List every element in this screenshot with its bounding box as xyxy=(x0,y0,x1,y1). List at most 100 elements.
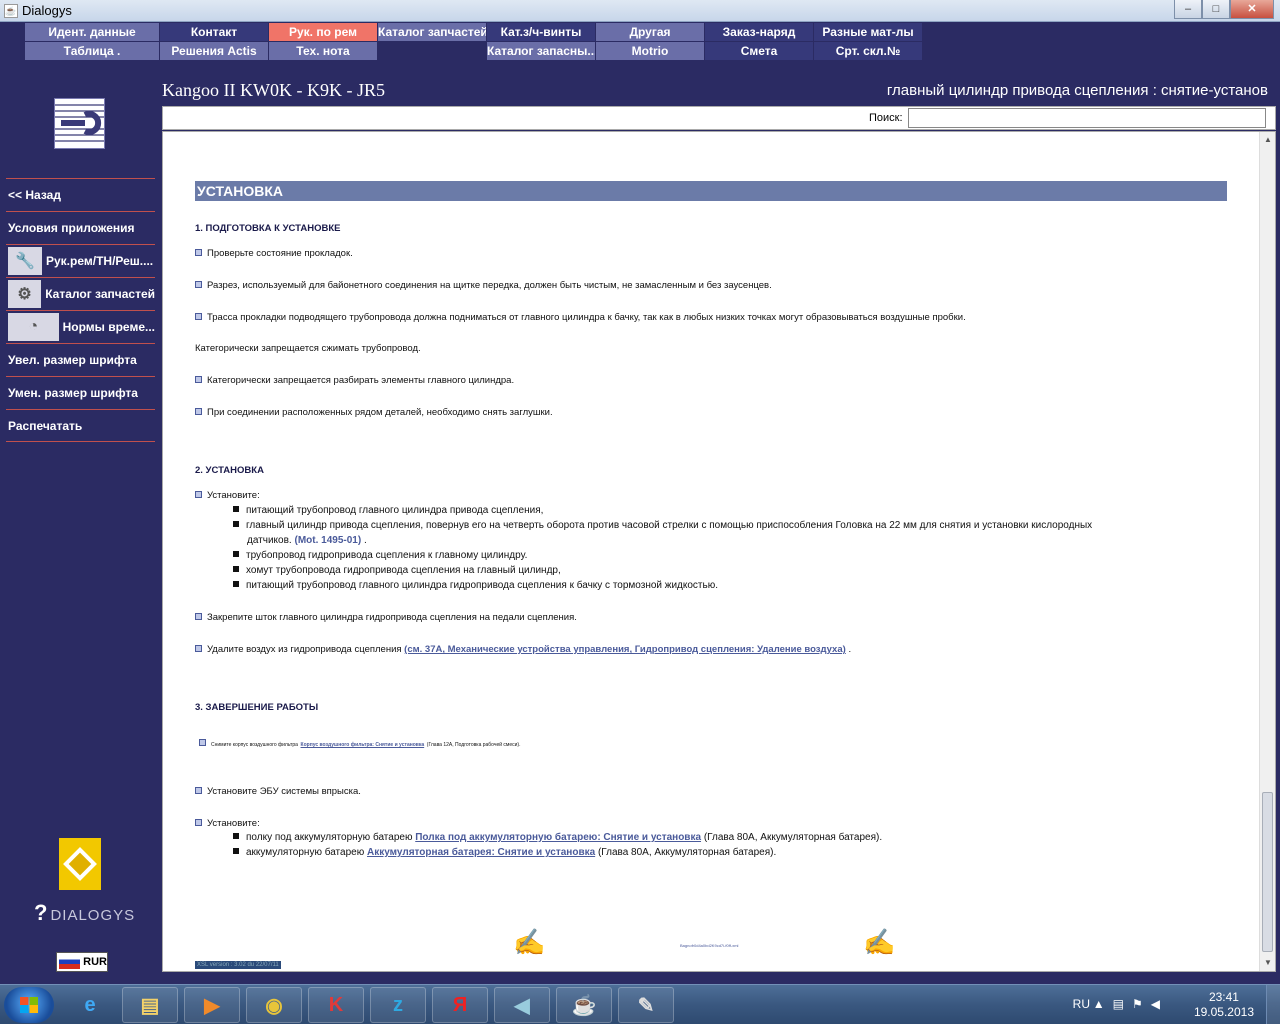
bleeding-procedure-link[interactable]: (см. 37A, Механические устройства управл… xyxy=(404,644,846,655)
paragraph-text: Трасса прокладки подводящего трубопровод… xyxy=(207,312,966,323)
kaspersky-icon[interactable]: K xyxy=(308,987,364,1023)
list-item-continuation: датчиков. (Mot. 1495-01) . xyxy=(247,533,1092,548)
media-player-icon[interactable]: ▶ xyxy=(184,987,240,1023)
square-bullet-icon xyxy=(233,551,239,557)
gauge-icon: ◔ xyxy=(8,313,59,341)
explorer-icon[interactable]: ▤ xyxy=(122,987,178,1023)
list-item: питающий трубопровод главного цилиндра п… xyxy=(233,503,1092,518)
paint-icon[interactable]: ✎ xyxy=(618,987,674,1023)
scroll-up-icon[interactable]: ▲ xyxy=(1263,135,1273,145)
sidebar-item-conditions[interactable]: Условия приложения xyxy=(6,211,155,244)
list-item: аккумуляторную батарею Аккумуляторная ба… xyxy=(233,845,882,860)
sidebar-item-font-increase[interactable]: Увел. размер шрифта xyxy=(6,343,155,376)
volume-icon[interactable]: ◀ xyxy=(1151,997,1168,1011)
bullet-box-icon xyxy=(199,739,206,746)
list-item-text: питающий трубопровод главного цилиндра п… xyxy=(246,505,544,516)
bullet-box-icon xyxy=(195,613,202,620)
java-icon[interactable]: ☕ xyxy=(556,987,612,1023)
yandex-icon[interactable]: Я xyxy=(432,987,488,1023)
menu-motrio[interactable]: Motrio xyxy=(596,42,704,60)
menu-table[interactable]: Таблица . xyxy=(25,42,159,60)
paragraph: Закрепите шток главного цилиндра гидропр… xyxy=(195,612,577,623)
paragraph: Проверьте состояние прокладок. xyxy=(195,248,353,259)
sidebar-item-parts-catalog[interactable]: ⚙ Каталог запчастей xyxy=(6,277,155,310)
clock-date: 19.05.2013 xyxy=(1193,1005,1254,1019)
menu-actis-solutions[interactable]: Решения Actis xyxy=(160,42,268,60)
paragraph: При соединении расположенных рядом детал… xyxy=(195,407,553,418)
menu-empty-slot xyxy=(378,42,486,60)
sidebar-item-font-decrease[interactable]: Умен. размер шрифта xyxy=(6,376,155,409)
source-file-link[interactable]: Bagnofr0d4a0bd2K9cd7i-f0ff-xml xyxy=(680,943,738,948)
bullet-box-icon xyxy=(195,249,202,256)
chrome-icon[interactable]: ◉ xyxy=(246,987,302,1023)
signature-pen-icon[interactable]: ✍ xyxy=(513,927,545,958)
minimize-button[interactable]: – xyxy=(1174,0,1202,19)
menu-tech-note[interactable]: Тех. нота xyxy=(269,42,377,60)
paragraph: Разрез, используемый для байонетного сое… xyxy=(195,280,772,291)
language-indicator[interactable]: RU xyxy=(1073,997,1090,1011)
menu-stock-number[interactable]: Срт. скл.№ xyxy=(814,42,922,60)
sidebar-item-repair-manual[interactable]: 🔧 Рук.рем/ТН/Реш.... xyxy=(6,244,155,277)
list-item-text: полку под аккумуляторную батарею xyxy=(246,832,413,843)
square-bullet-icon xyxy=(233,566,239,572)
list-item: полку под аккумуляторную батарею Полка п… xyxy=(233,830,882,845)
menu-spare-parts-catalog[interactable]: Каталог запасны... xyxy=(487,42,595,60)
currency-label: RUR xyxy=(83,956,107,968)
volume-app-icon[interactable]: ◀ xyxy=(494,987,550,1023)
paragraph: Установите: xyxy=(195,818,260,829)
search-input[interactable] xyxy=(908,108,1266,128)
start-button[interactable] xyxy=(4,987,54,1023)
list-item-text: хомут трубопровода гидропривода сцеплени… xyxy=(246,565,561,576)
list-item-text: трубопровод гидропривода сцепления к гла… xyxy=(246,550,528,561)
top-menu-row-2: Таблица . Решения Actis Тех. нота Катало… xyxy=(25,42,923,60)
air-filter-link[interactable]: Корпус воздушного фильтра: Снятие и уста… xyxy=(301,742,425,748)
list-item-text: главный цилиндр привода сцепления, повер… xyxy=(246,520,1093,531)
bullet-box-icon xyxy=(195,491,202,498)
sidebar-item-label: Рук.рем/ТН/Реш.... xyxy=(46,254,154,268)
sidebar-item-labor-times[interactable]: ◔ Нормы време... xyxy=(6,310,155,343)
ie-icon[interactable]: e xyxy=(62,987,118,1023)
scroll-down-icon[interactable]: ▼ xyxy=(1263,958,1273,968)
paragraph-small: Снимите корпус воздушного фильтра Корпус… xyxy=(199,738,520,749)
sidebar-item-back[interactable]: << Назад xyxy=(6,178,155,211)
signature-pen-crossed-icon[interactable]: ✍ xyxy=(863,927,895,958)
system-tray-icons[interactable]: ▲▤⚑◀ xyxy=(1093,997,1168,1011)
list-item-text: аккумуляторную батарею xyxy=(246,847,365,858)
bullet-box-icon xyxy=(195,313,202,320)
scrollbar-thumb[interactable] xyxy=(1262,792,1273,952)
menu-fasteners-catalog[interactable]: Кат.з/ч-винты xyxy=(487,23,595,41)
paragraph-text: Установите ЭБУ системы впрыска. xyxy=(207,786,361,797)
xsl-version: XSL version : 3.02 du 22/07/11 xyxy=(195,961,281,969)
menu-work-order[interactable]: Заказ-наряд xyxy=(705,23,813,41)
menu-other[interactable]: Другая xyxy=(596,23,704,41)
menu-parts-catalog[interactable]: Каталог запчастей xyxy=(378,23,486,41)
tray-expand-icon[interactable]: ▲ xyxy=(1093,997,1113,1011)
clock[interactable]: 23:41 19.05.2013 xyxy=(1194,990,1254,1020)
menu-contact[interactable]: Контакт xyxy=(160,23,268,41)
vehicle-title: Kangoo II KW0K - K9K - JR5 xyxy=(162,80,385,100)
tool-reference-link[interactable]: (Mot. 1495-01) xyxy=(294,535,361,546)
menu-ident-data[interactable]: Идент. данные xyxy=(25,23,159,41)
menu-estimate[interactable]: Смета xyxy=(705,42,813,60)
russia-flag-icon xyxy=(59,955,81,969)
menu-misc-materials[interactable]: Разные мат-лы xyxy=(814,23,922,41)
paragraph: Категорически запрещается сжимать трубоп… xyxy=(195,343,421,354)
battery-link[interactable]: Аккумуляторная батарея: Снятие и установ… xyxy=(367,847,595,858)
square-bullet-icon xyxy=(233,521,239,527)
subheading-installation: 2. УСТАНОВКА xyxy=(195,465,264,476)
show-desktop-button[interactable] xyxy=(1266,985,1280,1024)
maximize-button[interactable]: □ xyxy=(1202,0,1230,19)
z-app-icon[interactable]: z xyxy=(370,987,426,1023)
renault-logo xyxy=(59,838,101,890)
subheading-preparation: 1. ПОДГОТОВКА К УСТАНОВКЕ xyxy=(195,223,341,234)
network-icon[interactable]: ▤ xyxy=(1113,997,1132,1011)
battery-tray-link[interactable]: Полка под аккумуляторную батарею: Снятие… xyxy=(415,832,701,843)
close-button[interactable]: ✕ xyxy=(1230,0,1274,19)
flag-icon[interactable]: ⚑ xyxy=(1132,997,1151,1011)
bullet-box-icon xyxy=(195,281,202,288)
menu-repair-manual[interactable]: Рук. по рем xyxy=(269,23,377,41)
vertical-scrollbar[interactable]: ▲ ▼ xyxy=(1259,132,1275,971)
install-list: питающий трубопровод главного цилиндра п… xyxy=(233,503,1093,593)
currency-selector[interactable]: RUR xyxy=(56,952,108,972)
sidebar-item-print[interactable]: Распечатать xyxy=(6,409,155,442)
